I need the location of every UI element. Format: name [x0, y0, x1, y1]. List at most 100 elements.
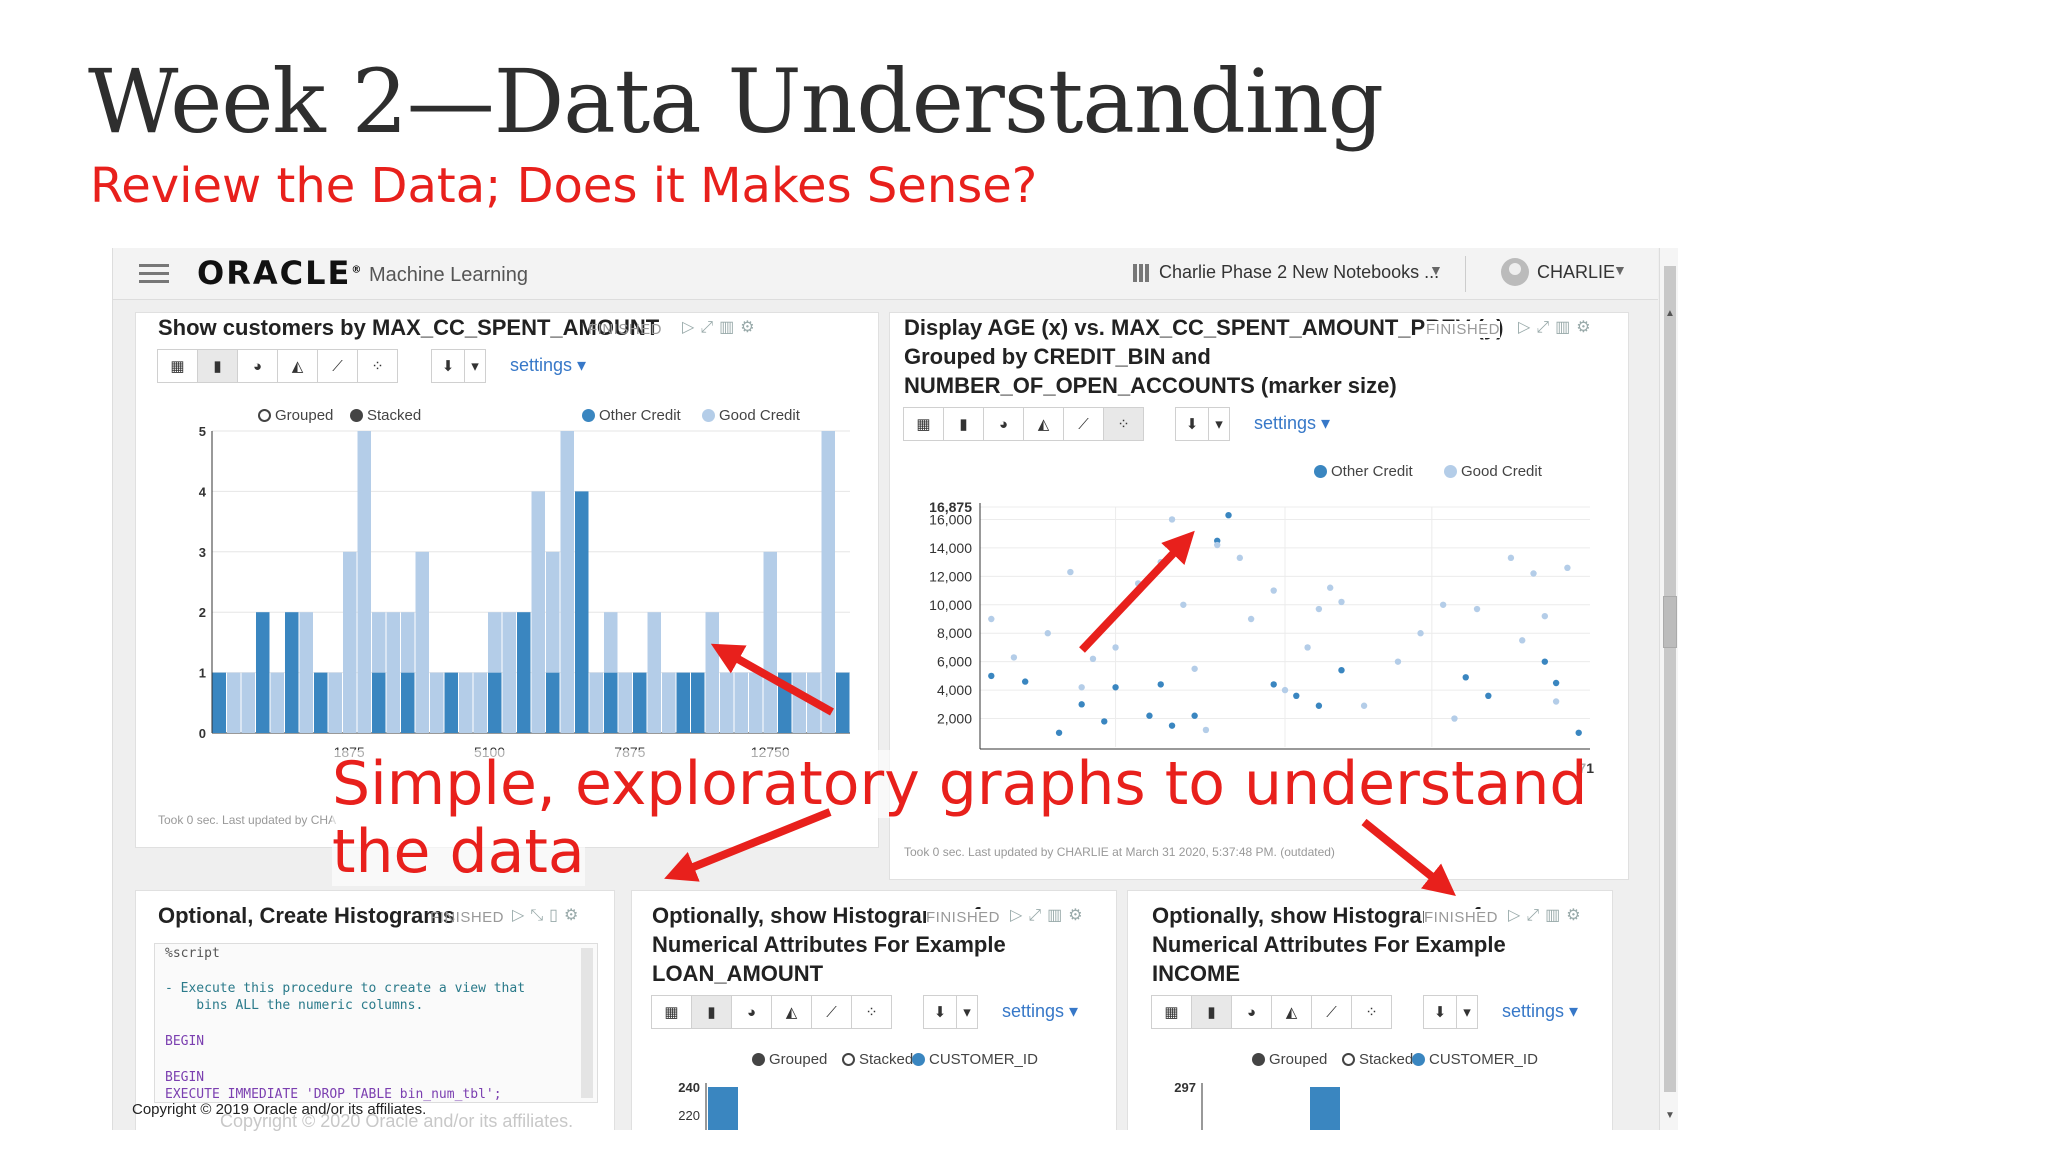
histogram-bar	[1310, 1087, 1340, 1130]
y-tick-label: 2,000	[937, 711, 972, 727]
bar-good-credit	[430, 672, 444, 733]
point-good-credit	[1473, 605, 1481, 613]
point-other-credit	[1191, 712, 1198, 719]
point-good-credit	[1044, 630, 1051, 637]
bar-good-credit	[473, 672, 487, 733]
logo-text: ORACLE	[197, 254, 352, 292]
bar-other-credit	[604, 672, 618, 733]
bar-good-credit	[488, 612, 502, 673]
point-other-credit	[1270, 681, 1277, 688]
point-good-credit	[988, 615, 995, 623]
point-good-credit	[1552, 698, 1560, 705]
page-scrollbar[interactable]: ▲ ▼	[1659, 248, 1678, 1130]
point-good-credit	[1439, 601, 1447, 608]
copyright: Copyright © 2019 Oracle and/or its affil…	[132, 1101, 427, 1118]
bar-good-credit	[821, 431, 835, 733]
bar-good-credit	[763, 551, 777, 733]
notebook-selector[interactable]: Charlie Phase 2 New Notebooks ...	[1159, 262, 1439, 283]
bar-good-credit	[299, 612, 313, 733]
point-good-credit	[1394, 658, 1402, 665]
scroll-down-icon[interactable]: ▼	[1665, 1110, 1675, 1121]
slide-title: Week 2—Data Understanding	[88, 50, 1384, 153]
point-other-credit	[1462, 674, 1469, 681]
point-good-credit	[1078, 684, 1085, 691]
point-good-credit	[1519, 637, 1526, 644]
bar-good-credit	[270, 672, 284, 733]
histogram-bar	[708, 1087, 738, 1130]
status-label: FINISHED	[430, 909, 505, 926]
point-other-credit	[1146, 712, 1153, 719]
user-avatar[interactable]	[1501, 258, 1529, 286]
point-other-credit	[1225, 511, 1232, 519]
app-topbar: ORACLE® Machine Learning Charlie Phase 2…	[113, 248, 1658, 300]
bar-other-credit	[212, 672, 226, 733]
y-tick-label: 14,000	[929, 540, 972, 556]
point-good-credit	[1010, 654, 1018, 661]
slide-subtitle: Review the Data; Does it Makes Sense?	[90, 158, 1038, 214]
bar-good-credit	[734, 672, 748, 733]
code-line: BEGIN	[165, 1034, 205, 1049]
y-tick-label: 240	[678, 1080, 700, 1095]
code-editor[interactable]: %script - Execute this procedure to crea…	[154, 943, 598, 1103]
point-good-credit	[1564, 564, 1571, 571]
notebook-caret-icon[interactable]: ▼	[1429, 262, 1443, 278]
scroll-up-icon[interactable]: ▲	[1665, 308, 1675, 319]
bar-good-credit	[343, 551, 357, 733]
bar-good-credit	[372, 612, 386, 673]
point-good-credit	[1247, 615, 1255, 623]
y-tick-label: 2	[199, 605, 206, 620]
y-tick-label: 3	[199, 545, 206, 560]
point-good-credit	[1281, 686, 1289, 694]
paragraph-income-histogram: Optionally, show Histograms of Numerical…	[1127, 890, 1613, 1130]
bar-good-credit	[415, 551, 429, 733]
scroll-track[interactable]	[1664, 266, 1676, 1092]
product-name: Machine Learning	[369, 264, 528, 286]
user-menu[interactable]: CHARLIE	[1537, 262, 1615, 283]
oracle-logo: ORACLE®	[197, 254, 363, 292]
paragraph-actions[interactable]: ▷⤡▯⚙	[512, 905, 584, 925]
point-good-credit	[1338, 598, 1345, 606]
bar-good-credit	[502, 612, 516, 733]
code-scrollbar[interactable]	[581, 948, 593, 1098]
bar-other-credit	[401, 672, 415, 733]
point-good-credit	[1451, 715, 1458, 722]
point-good-credit	[1541, 612, 1549, 620]
bar-good-credit	[241, 672, 255, 733]
scroll-thumb[interactable]	[1663, 596, 1677, 648]
annotation-line-1: Simple, exploratory graphs to understand	[332, 749, 1588, 819]
bar-other-credit	[256, 612, 270, 733]
bar-other-credit	[836, 672, 850, 733]
point-good-credit	[1112, 644, 1119, 651]
bar-other-credit	[314, 672, 328, 733]
point-good-credit	[1089, 655, 1097, 663]
panel-icon: ▯	[549, 907, 564, 924]
point-other-credit	[1078, 701, 1085, 708]
hamburger-menu-icon[interactable]	[139, 264, 169, 284]
point-good-credit	[1134, 580, 1142, 587]
bar-other-credit	[285, 612, 299, 733]
code-line: BEGIN	[165, 1070, 205, 1085]
bar-good-credit	[560, 431, 574, 733]
bar-good-credit	[647, 612, 661, 733]
point-good-credit	[1202, 726, 1210, 734]
point-other-credit	[1112, 684, 1119, 691]
y-tick-label: 1	[199, 666, 206, 681]
bar-other-credit	[691, 672, 705, 733]
paragraph-footer: Took 0 sec. Last updated by CHA	[158, 813, 337, 827]
paragraph-loan-amount-histogram: Optionally, show Histograms of Numerical…	[631, 890, 1117, 1130]
point-other-credit	[1021, 678, 1029, 685]
code-line: EXECUTE IMMEDIATE 'DROP TABLE bin_num_tb…	[165, 1087, 502, 1102]
run-icon: ▷	[512, 907, 531, 924]
annotation-line-2: the data	[332, 817, 585, 887]
user-caret-icon[interactable]: ▼	[1613, 262, 1627, 278]
y-tick-label: 297	[1174, 1080, 1196, 1095]
point-other-credit	[1485, 692, 1492, 699]
y-tick-label: 6,000	[937, 654, 972, 670]
bar-other-credit	[517, 612, 531, 733]
bar-other-credit	[444, 672, 458, 733]
point-good-credit	[1214, 541, 1221, 549]
y-tick-label: 8,000	[937, 625, 972, 641]
y-tick-label: 12,000	[929, 568, 972, 584]
bar-good-credit	[749, 672, 763, 733]
point-good-credit	[1236, 554, 1244, 562]
